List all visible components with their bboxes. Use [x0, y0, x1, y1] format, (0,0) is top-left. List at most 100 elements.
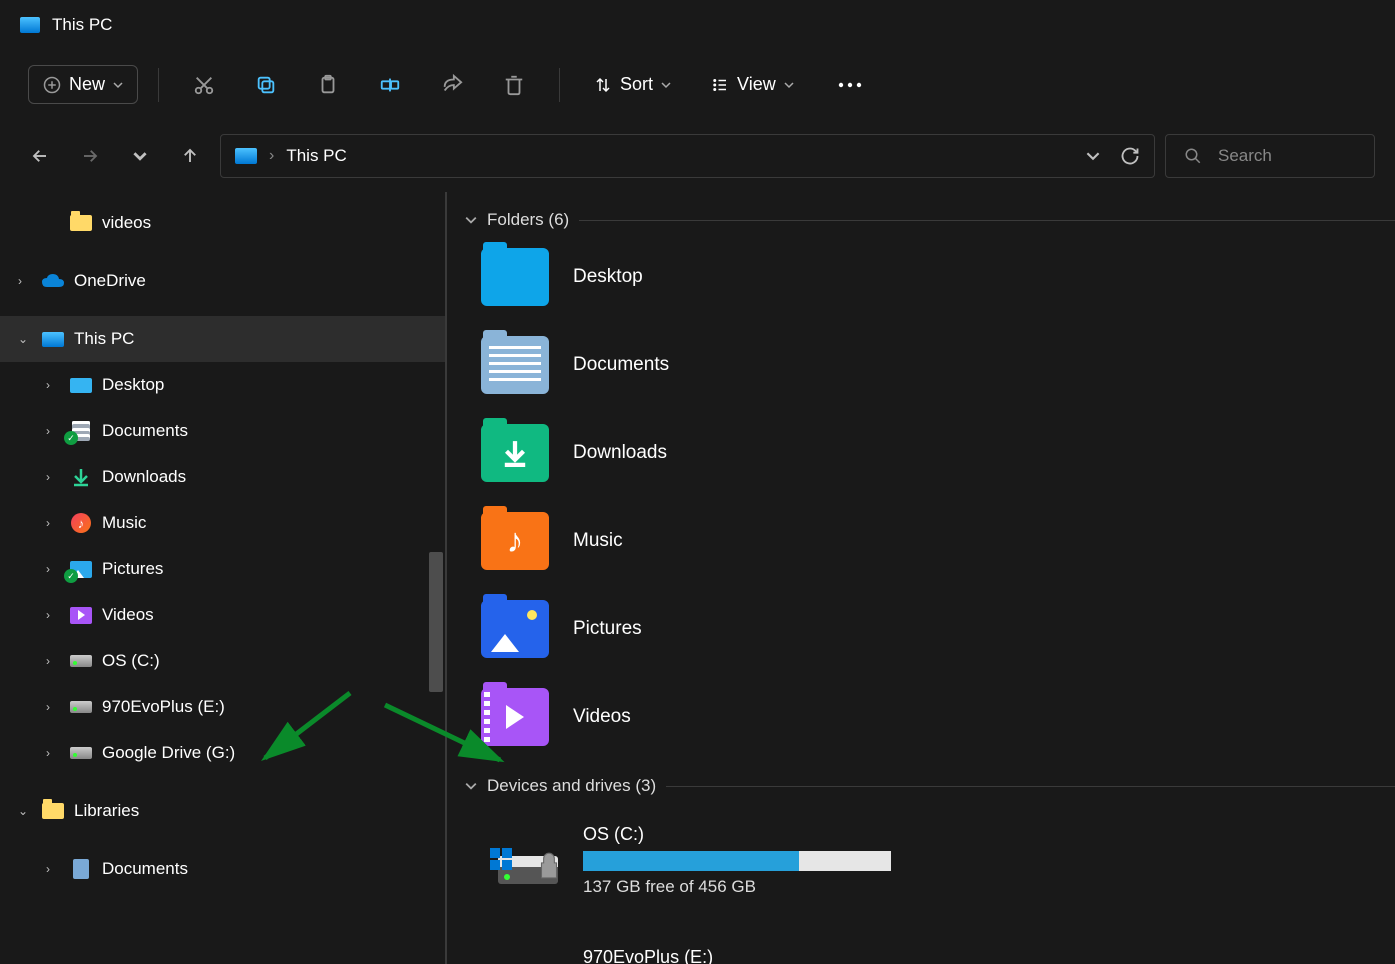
tree-label: videos: [102, 213, 151, 233]
folder-item[interactable]: Downloads: [481, 424, 951, 482]
search-icon: [1184, 147, 1202, 165]
back-button[interactable]: [20, 136, 60, 176]
drive-item[interactable]: OS (C:) 137 GB free of 456 GB: [481, 814, 951, 907]
tree-label: Documents: [102, 859, 188, 879]
sort-label: Sort: [620, 74, 653, 95]
search-input[interactable]: Search: [1165, 134, 1375, 178]
folder-icon: [481, 688, 549, 746]
folder-label: Documents: [573, 354, 669, 376]
folder-label: Downloads: [573, 442, 667, 464]
rename-icon[interactable]: [365, 63, 415, 107]
address-bar[interactable]: › This PC: [220, 134, 1155, 178]
scrollbar[interactable]: [427, 192, 445, 964]
more-icon[interactable]: [820, 63, 880, 107]
lib-icon: [70, 859, 92, 879]
toolbar: New Sort View: [0, 50, 1395, 120]
folder-item[interactable]: ♪Music: [481, 512, 951, 570]
new-button[interactable]: New: [28, 65, 138, 104]
capacity-bar: [583, 851, 891, 871]
chevron-icon[interactable]: ›: [46, 516, 60, 530]
chevron-icon[interactable]: ›: [46, 862, 60, 876]
sync-badge-icon: [64, 431, 78, 445]
tree-item[interactable]: › Downloads: [0, 454, 445, 500]
folder-icon: [481, 248, 549, 306]
tree-item[interactable]: › Pictures: [0, 546, 445, 592]
breadcrumb[interactable]: This PC: [286, 146, 346, 166]
refresh-icon[interactable]: [1120, 146, 1140, 166]
pc-icon: [20, 17, 40, 33]
tree-item[interactable]: › OneDrive: [0, 258, 445, 304]
copy-icon[interactable]: [241, 63, 291, 107]
forward-button[interactable]: [70, 136, 110, 176]
tree-item[interactable]: › Videos: [0, 592, 445, 638]
tree-item[interactable]: › Documents: [0, 408, 445, 454]
chevron-down-icon[interactable]: [1086, 149, 1100, 163]
folders-group-header[interactable]: Folders (6): [465, 210, 1395, 230]
drive-item[interactable]: 970EvoPlus (E:) 305 GB free of 465 GB: [481, 937, 951, 964]
folder-icon: [481, 424, 549, 482]
folder-icon: [70, 213, 92, 233]
folder-label: Desktop: [573, 266, 643, 288]
share-icon[interactable]: [427, 63, 477, 107]
search-placeholder: Search: [1218, 146, 1272, 166]
cut-icon[interactable]: [179, 63, 229, 107]
delete-icon[interactable]: [489, 63, 539, 107]
tree-item[interactable]: › Desktop: [0, 362, 445, 408]
up-button[interactable]: [170, 136, 210, 176]
chevron-icon[interactable]: ›: [46, 562, 60, 576]
tree-item[interactable]: › ♪ Music: [0, 500, 445, 546]
chevron-icon[interactable]: ⌄: [18, 332, 32, 346]
tree-label: Videos: [102, 605, 154, 625]
tree-item[interactable]: › Documents: [0, 846, 445, 892]
sync-badge-icon: [64, 569, 78, 583]
chevron-icon[interactable]: ›: [18, 274, 32, 288]
tree-item[interactable]: ⌄ Libraries: [0, 788, 445, 834]
view-button[interactable]: View: [697, 66, 808, 103]
tree-item[interactable]: videos: [0, 200, 445, 246]
folder-icon: ♪: [481, 512, 549, 570]
folder-item[interactable]: ✓Documents: [481, 336, 951, 394]
drive-name: OS (C:): [583, 824, 939, 845]
folder-item[interactable]: ✓Pictures: [481, 600, 951, 658]
chevron-icon[interactable]: ›: [46, 470, 60, 484]
chevron-icon[interactable]: ⌄: [18, 804, 32, 818]
music-icon: ♪: [70, 513, 92, 533]
navbar: › This PC Search: [0, 120, 1395, 192]
sort-button[interactable]: Sort: [580, 66, 685, 103]
content-pane[interactable]: Folders (6) Desktop ✓Documents Downloads ♪M…: [447, 192, 1395, 964]
onedrive-icon: [42, 271, 64, 291]
pictures-icon: [70, 559, 92, 579]
drive-icon: [70, 651, 92, 671]
tree-label: Libraries: [74, 801, 139, 821]
chevron-icon[interactable]: ›: [46, 424, 60, 438]
documents-icon: [70, 421, 92, 441]
recent-button[interactable]: [120, 136, 160, 176]
folder-label: Videos: [573, 706, 631, 728]
drives-group-header[interactable]: Devices and drives (3): [465, 776, 1395, 796]
chevron-right-icon: ›: [269, 147, 274, 165]
sidebar[interactable]: videos› OneDrive⌄ This PC› Desktop› Docu…: [0, 192, 445, 964]
window-title: This PC: [52, 15, 112, 35]
tree-label: OneDrive: [74, 271, 146, 291]
tree-item[interactable]: › Google Drive (G:): [0, 730, 445, 776]
drive-name: 970EvoPlus (E:): [583, 947, 939, 964]
titlebar: This PC: [0, 0, 1395, 50]
tree-label: Pictures: [102, 559, 163, 579]
tree-item[interactable]: ⌄ This PC: [0, 316, 445, 362]
chevron-icon[interactable]: ›: [46, 746, 60, 760]
libraries-icon: [42, 801, 64, 821]
paste-icon[interactable]: [303, 63, 353, 107]
folder-item[interactable]: Desktop: [481, 248, 951, 306]
tree-label: Music: [102, 513, 146, 533]
chevron-icon[interactable]: ›: [46, 700, 60, 714]
tree-label: Downloads: [102, 467, 186, 487]
tree-item[interactable]: › 970EvoPlus (E:): [0, 684, 445, 730]
chevron-icon[interactable]: ›: [46, 654, 60, 668]
chevron-icon[interactable]: ›: [46, 608, 60, 622]
drive-free-text: 137 GB free of 456 GB: [583, 877, 939, 897]
chevron-icon[interactable]: ›: [46, 378, 60, 392]
downloads-icon: [70, 467, 92, 487]
tree-item[interactable]: › OS (C:): [0, 638, 445, 684]
tree-label: Documents: [102, 421, 188, 441]
folder-item[interactable]: Videos: [481, 688, 951, 746]
